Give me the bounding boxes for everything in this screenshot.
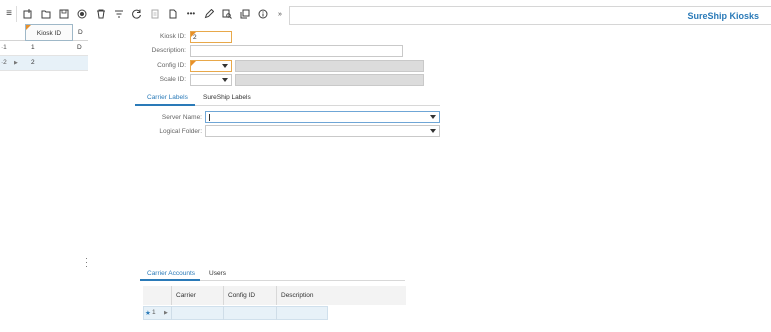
row-indicator-icon: ▶	[164, 310, 168, 316]
logical-folder-label: Logical Folder:	[159, 128, 202, 135]
required-marker-icon	[191, 61, 196, 66]
text-cursor	[209, 114, 210, 121]
server-name-label: Server Name:	[161, 114, 202, 121]
table-row[interactable]: ·1 1 D	[0, 41, 88, 56]
delete-icon[interactable]	[95, 7, 107, 21]
chevron-down-icon	[430, 115, 436, 119]
cell-description[interactable]	[276, 306, 328, 320]
expand-icon[interactable]: »	[274, 7, 286, 21]
new-row-star-icon: ★	[145, 310, 151, 317]
tab-active-underline	[135, 104, 195, 106]
copy-icon[interactable]	[239, 7, 251, 21]
scale-id-label: Scale ID:	[159, 76, 186, 83]
column-header-config-id[interactable]: Config ID	[223, 286, 276, 305]
kiosk-list-grid: Kiosk ID D ·1 1 D ·2 ▶ 2	[0, 24, 88, 71]
tab-carrier-accounts[interactable]: Carrier Accounts	[147, 270, 195, 277]
tab-carrier-labels[interactable]: Carrier Labels	[147, 94, 188, 101]
chevron-down-icon	[222, 78, 228, 82]
config-id-description	[235, 60, 424, 72]
toolbar: ≡ ••• » SureShip Kiosks	[0, 4, 771, 25]
record-icon[interactable]	[76, 7, 88, 21]
page-title: SureShip Kiosks	[687, 11, 759, 21]
info-icon[interactable]	[257, 7, 269, 21]
config-id-label: Config ID:	[157, 62, 186, 69]
config-id-dropdown[interactable]	[190, 60, 232, 72]
tab-sureship-labels[interactable]: SureShip Labels	[203, 94, 251, 101]
more-icon[interactable]: •••	[184, 7, 198, 21]
refresh-icon[interactable]	[131, 7, 143, 21]
kiosk-id-value: 2	[193, 34, 197, 41]
tab-active-underline	[140, 279, 200, 281]
save-icon[interactable]	[58, 7, 70, 21]
column-header-description[interactable]: Description	[276, 286, 406, 305]
document-icon[interactable]	[149, 7, 161, 21]
row-number: ·2	[1, 59, 7, 66]
row-number: ·1	[1, 44, 7, 51]
chevron-down-icon	[222, 64, 228, 68]
toolbar-separator	[16, 6, 17, 22]
column-header-label: Kiosk ID	[36, 30, 62, 37]
vertical-splitter-handle[interactable]: · · ·	[85, 254, 88, 271]
server-name-dropdown[interactable]	[205, 111, 440, 123]
column-header-kiosk-id[interactable]: Kiosk ID	[25, 24, 73, 41]
grid-header: Kiosk ID D	[0, 24, 88, 41]
cell-config-id[interactable]	[223, 306, 276, 320]
kiosk-id-field[interactable]: 2	[190, 31, 232, 43]
row-number: 1	[152, 309, 156, 316]
edit-icon[interactable]	[203, 7, 215, 21]
column-header-carrier[interactable]: Carrier	[171, 286, 223, 305]
page-icon[interactable]	[167, 7, 179, 21]
chevron-down-icon	[430, 129, 436, 133]
scale-id-dropdown[interactable]	[190, 74, 232, 86]
preview-icon[interactable]	[221, 7, 233, 21]
scale-id-description	[235, 74, 424, 86]
row-indicator-icon: ▶	[14, 60, 18, 66]
table-row-selected[interactable]: ·2 ▶ 2	[0, 56, 88, 71]
column-header-d[interactable]: D	[77, 24, 83, 41]
hamburger-menu-icon[interactable]: ≡	[3, 7, 15, 21]
cell-d: D	[77, 44, 82, 51]
tab-users[interactable]: Users	[209, 270, 226, 277]
title-bar: SureShip Kiosks	[289, 6, 771, 25]
description-label: Description:	[151, 47, 186, 54]
new-record-icon[interactable]	[22, 7, 34, 21]
required-marker-icon	[26, 25, 31, 30]
open-folder-icon[interactable]	[40, 7, 52, 21]
description-field[interactable]	[190, 45, 403, 57]
kiosk-id-label: Kiosk ID:	[159, 33, 186, 40]
filter-icon[interactable]	[113, 7, 125, 21]
logical-folder-dropdown[interactable]	[205, 125, 440, 137]
cell-kiosk-id: 2	[31, 59, 35, 66]
cell-kiosk-id: 1	[31, 44, 35, 51]
cell-carrier[interactable]	[171, 306, 223, 320]
